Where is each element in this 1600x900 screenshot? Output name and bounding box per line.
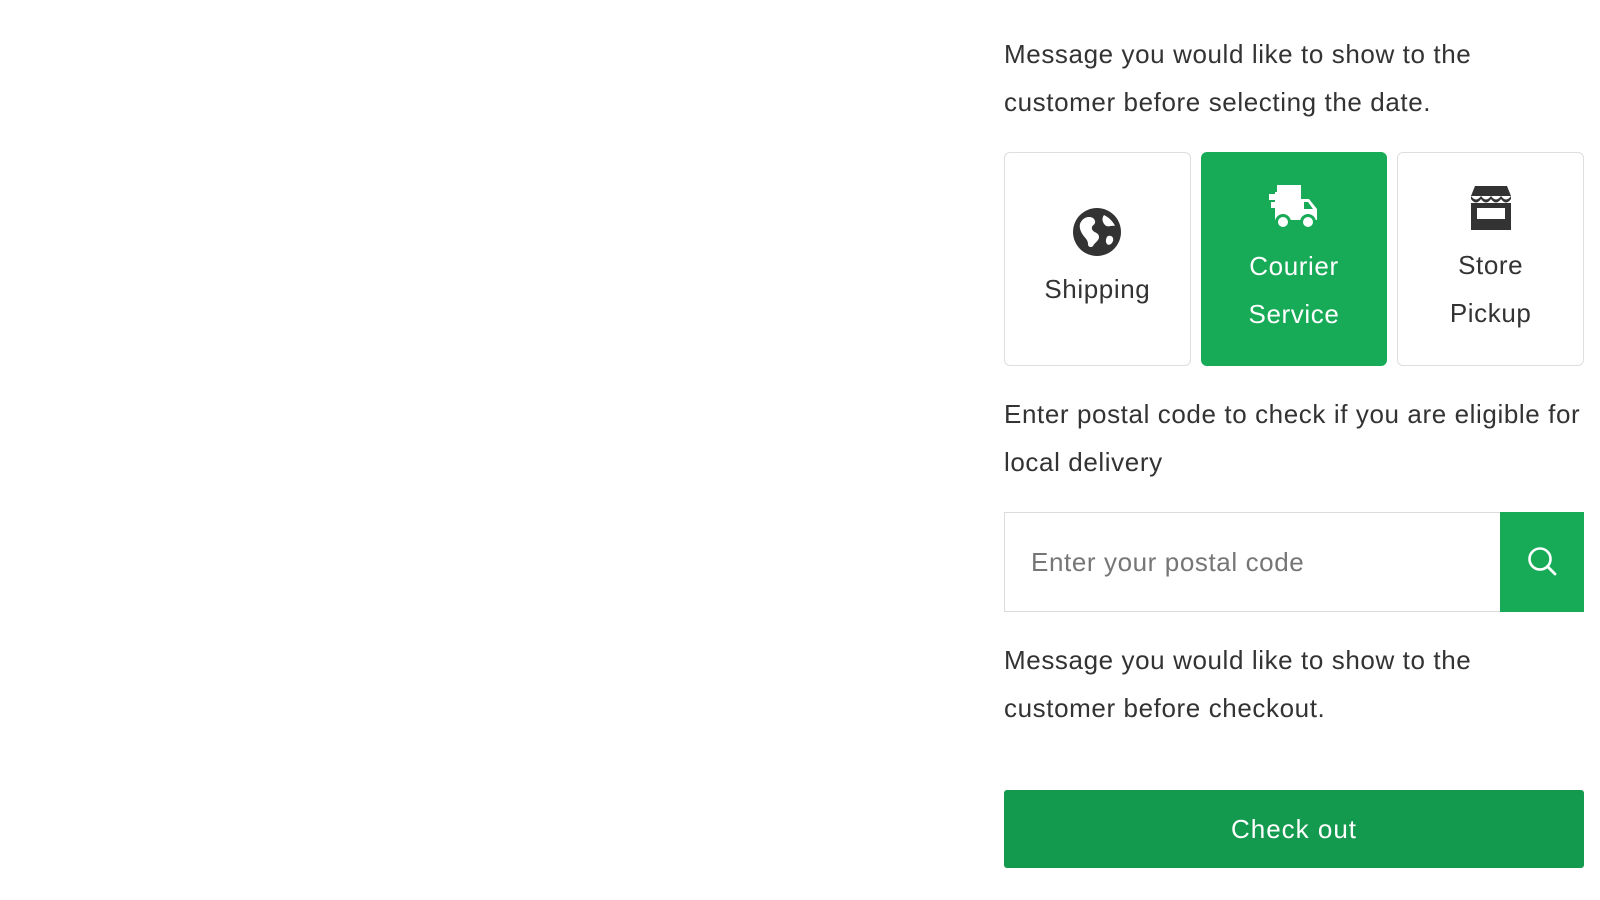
checkout-button[interactable]: Check out — [1004, 790, 1584, 868]
delivery-option-shipping[interactable]: Shipping — [1004, 152, 1191, 366]
delivery-option-label: Courier Service — [1248, 250, 1340, 329]
delivery-options: Shipping Courier Service Store Pickup — [1004, 152, 1585, 366]
delivery-option-courier[interactable]: Courier Service — [1200, 152, 1388, 366]
checkout-message: Message you would like to show to the cu… — [1004, 645, 1472, 723]
postal-code-search — [1004, 512, 1584, 612]
date-message: Message you would like to show to the cu… — [1004, 39, 1472, 117]
postal-code-input[interactable] — [1004, 512, 1500, 612]
delivery-option-label: Shipping — [1044, 273, 1151, 304]
search-button[interactable] — [1500, 512, 1584, 612]
delivery-truck-icon — [1267, 181, 1321, 240]
delivery-option-store-pickup[interactable]: Store Pickup — [1397, 152, 1585, 366]
storefront-icon — [1465, 182, 1517, 239]
search-icon — [1525, 544, 1559, 581]
delivery-option-label: Store Pickup — [1449, 249, 1532, 328]
globe-icon — [1071, 206, 1123, 263]
postal-code-message: Enter postal code to check if you are el… — [1004, 399, 1581, 477]
